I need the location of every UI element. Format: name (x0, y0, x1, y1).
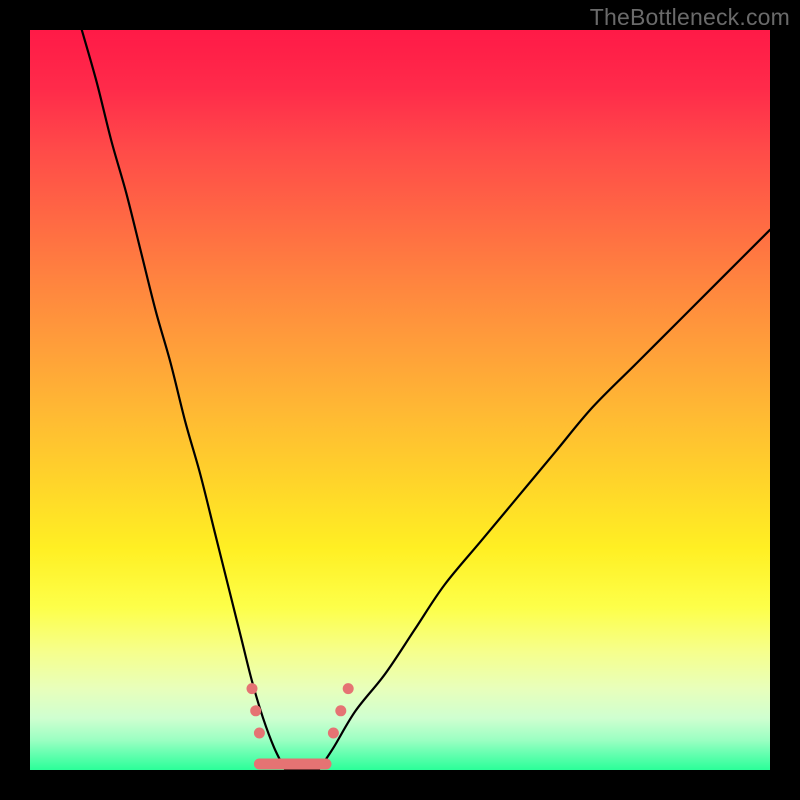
marker-right-dot-1 (335, 705, 346, 716)
watermark-text: TheBottleneck.com (590, 4, 790, 31)
marker-right-dot-0 (328, 728, 339, 739)
marker-left-dot-2 (254, 728, 265, 739)
curve-left-curve (82, 30, 285, 770)
marker-left-dot-1 (250, 705, 261, 716)
curve-right-curve (319, 230, 770, 770)
plot-area (30, 30, 770, 770)
chart-svg (30, 30, 770, 770)
chart-frame: TheBottleneck.com (0, 0, 800, 800)
marker-left-dot-0 (247, 683, 258, 694)
marker-right-dot-2 (343, 683, 354, 694)
